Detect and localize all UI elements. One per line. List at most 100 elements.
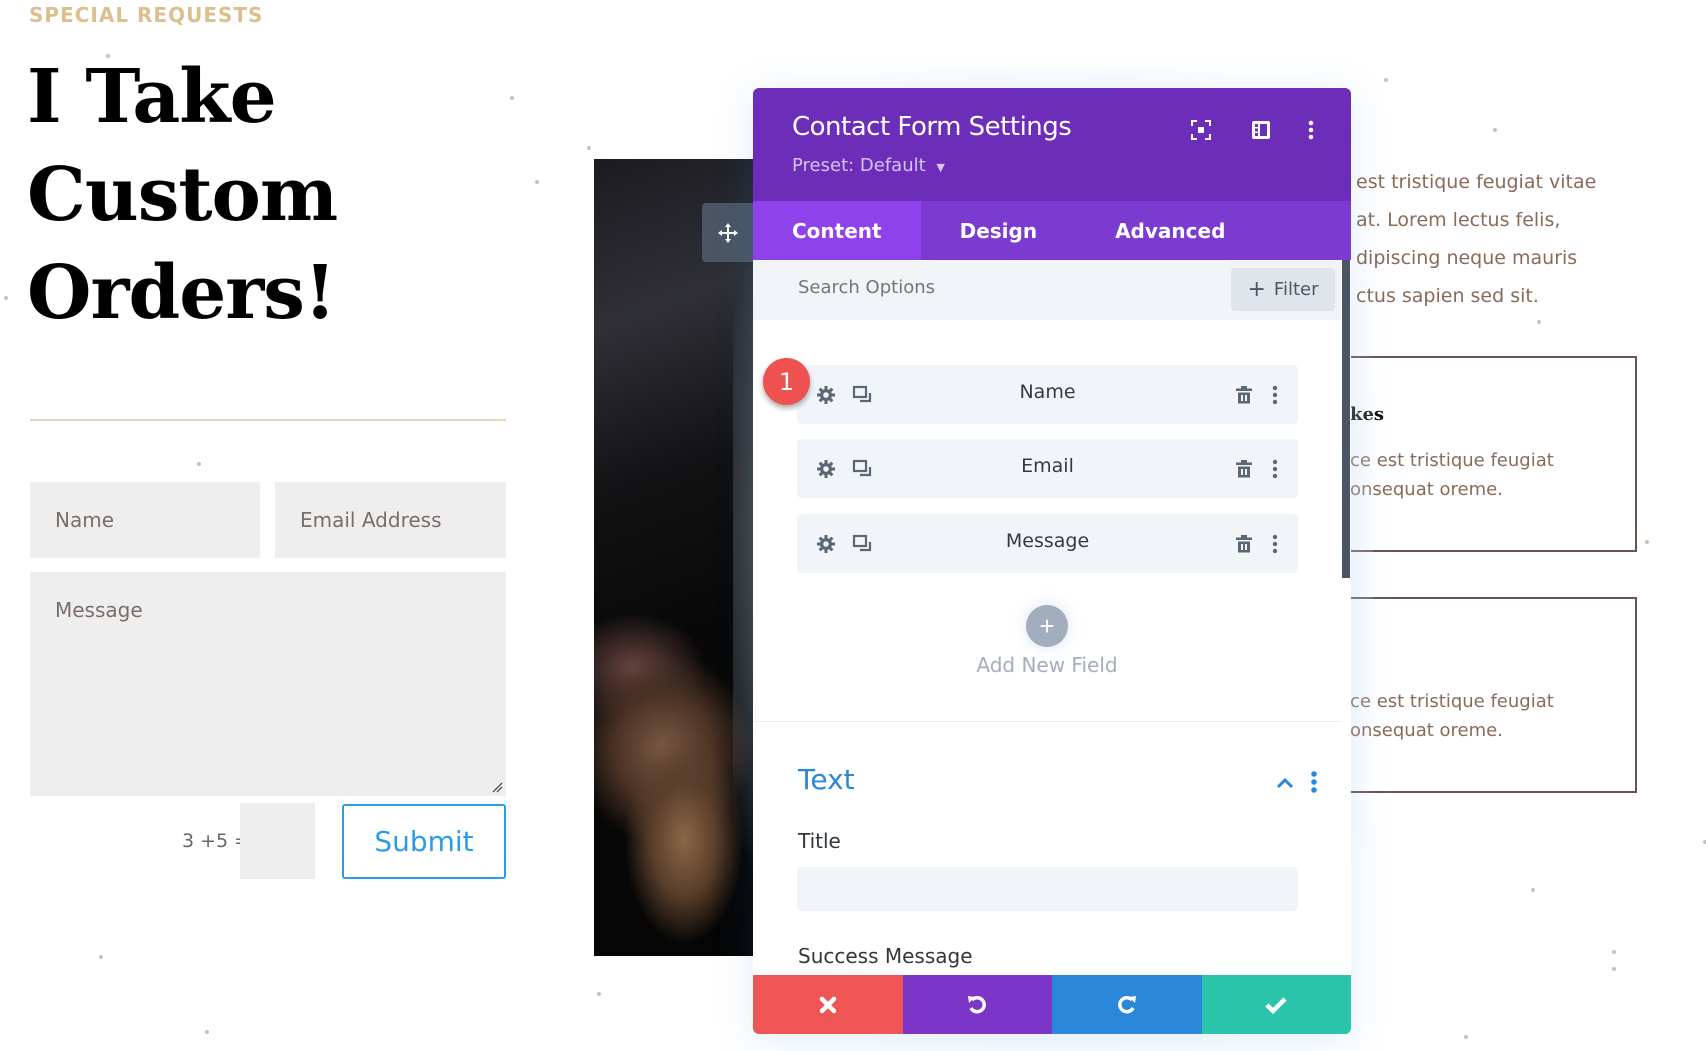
trash-icon — [1236, 386, 1252, 404]
layout-toggle-button[interactable] — [1249, 118, 1273, 142]
email-input[interactable]: Email Address — [275, 482, 506, 558]
gear-icon — [817, 386, 835, 404]
settings-panel: Contact Form Settings Preset: Default ▼ … — [753, 88, 1351, 1034]
discard-button[interactable] — [753, 975, 903, 1034]
card-text-line: ce est tristique feugiat — [1350, 450, 1554, 471]
background-speck — [597, 992, 601, 996]
duplicate-icon — [852, 459, 872, 477]
field-more-button[interactable] — [1263, 383, 1287, 407]
right-paragraph: est tristique feugiat vitae at. Lorem le… — [1356, 163, 1686, 315]
background-speck — [1531, 888, 1535, 892]
redo-button[interactable] — [1052, 975, 1202, 1034]
background-speck — [1464, 1035, 1468, 1039]
add-new-field-label[interactable]: Add New Field — [753, 653, 1341, 677]
field-delete-button[interactable] — [1232, 383, 1256, 407]
info-card: kes ce est tristique feugiat onsequat or… — [1330, 356, 1637, 552]
background-speck — [1612, 950, 1616, 954]
field-more-button[interactable] — [1263, 532, 1287, 556]
panel-tabs: Content Design Advanced — [753, 201, 1351, 260]
bread-photo — [594, 159, 754, 956]
field-item[interactable]: Name — [797, 365, 1298, 424]
trash-icon — [1236, 535, 1252, 553]
panel-more-button[interactable] — [1299, 118, 1323, 142]
field-item[interactable]: Email — [797, 439, 1298, 498]
panel-scrollbar[interactable] — [1342, 260, 1350, 578]
success-message-label: Success Message — [798, 944, 973, 968]
more-vertical-icon — [1308, 120, 1314, 140]
field-delete-button[interactable] — [1232, 532, 1256, 556]
captcha-input[interactable] — [240, 803, 315, 879]
add-new-field-button[interactable]: + — [1026, 605, 1068, 647]
card-text: ce est tristique feugiat onsequat oreme. — [1350, 687, 1554, 745]
field-delete-button[interactable] — [1232, 457, 1256, 481]
plus-icon: + — [1039, 610, 1055, 641]
duplicate-icon — [852, 534, 872, 552]
background-speck — [535, 180, 539, 184]
field-settings-button[interactable] — [814, 383, 838, 407]
filter-button[interactable]: + Filter — [1231, 268, 1335, 311]
close-icon — [819, 996, 836, 1013]
submit-button[interactable]: Submit — [342, 804, 506, 879]
background-speck — [197, 462, 201, 466]
email-placeholder: Email Address — [300, 508, 442, 532]
title-input[interactable] — [797, 867, 1298, 911]
gear-icon — [817, 460, 835, 478]
gear-icon — [817, 535, 835, 553]
card-text-line: onsequat oreme. — [1350, 479, 1503, 500]
tab-content[interactable]: Content — [753, 201, 921, 260]
tab-design[interactable]: Design — [921, 201, 1076, 260]
field-duplicate-button[interactable] — [851, 532, 875, 556]
paragraph-line: est tristique feugiat vitae — [1356, 171, 1597, 193]
save-button[interactable] — [1201, 975, 1351, 1034]
preset-label: Preset: Default — [792, 155, 926, 176]
filter-label: Filter — [1273, 279, 1319, 300]
panel-header[interactable]: Contact Form Settings Preset: Default ▼ — [753, 88, 1351, 201]
redo-icon — [1117, 995, 1136, 1013]
field-more-button[interactable] — [1263, 457, 1287, 481]
chevron-up-icon[interactable] — [1275, 773, 1295, 793]
resize-grip-icon[interactable] — [491, 781, 503, 793]
field-settings-button[interactable] — [814, 532, 838, 556]
field-settings-button[interactable] — [814, 457, 838, 481]
field-item[interactable]: Message — [797, 514, 1298, 573]
field-duplicate-button[interactable] — [851, 457, 875, 481]
search-options-input[interactable] — [798, 277, 1198, 298]
undo-icon — [968, 995, 987, 1013]
background-speck — [4, 296, 8, 300]
message-textarea[interactable]: Message — [30, 572, 506, 796]
more-vertical-icon — [1272, 385, 1278, 405]
plus-icon: + — [1247, 276, 1266, 302]
card-text: ce est tristique feugiat onsequat oreme. — [1350, 446, 1554, 504]
hero-title: I Take Custom Orders! — [27, 54, 338, 336]
paragraph-line: dipiscing neque mauris — [1356, 247, 1578, 269]
focus-mode-button[interactable] — [1189, 118, 1213, 142]
more-vertical-icon — [1272, 534, 1278, 554]
background-speck — [205, 1030, 209, 1034]
trash-icon — [1236, 460, 1252, 478]
name-input[interactable]: Name — [30, 482, 260, 558]
text-section-toggle[interactable]: Text — [798, 763, 855, 796]
card-text-line: onsequat oreme. — [1350, 720, 1503, 741]
paragraph-line: ctus sapien sed sit. — [1356, 285, 1539, 307]
search-bar: + Filter — [753, 260, 1341, 320]
check-icon — [1265, 996, 1287, 1014]
background-speck — [510, 96, 514, 100]
panel-footer — [753, 975, 1351, 1034]
field-duplicate-button[interactable] — [851, 383, 875, 407]
sidebar-layout-icon — [1252, 121, 1270, 139]
background-speck — [99, 955, 103, 959]
undo-button[interactable] — [902, 975, 1052, 1034]
focus-icon — [1191, 120, 1211, 140]
more-vertical-icon[interactable] — [1310, 770, 1318, 794]
preset-dropdown[interactable]: Preset: Default ▼ — [792, 155, 945, 176]
title-option-label: Title — [798, 829, 841, 853]
divider — [30, 419, 506, 421]
duplicate-icon — [852, 385, 872, 403]
background-speck — [1493, 128, 1497, 132]
section-eyebrow: SPECIAL REQUESTS — [29, 3, 264, 27]
caret-down-icon: ▼ — [936, 161, 945, 174]
background-speck — [1384, 78, 1388, 82]
tab-advanced[interactable]: Advanced — [1076, 201, 1264, 260]
background-speck — [1612, 967, 1616, 971]
more-vertical-icon — [1272, 459, 1278, 479]
